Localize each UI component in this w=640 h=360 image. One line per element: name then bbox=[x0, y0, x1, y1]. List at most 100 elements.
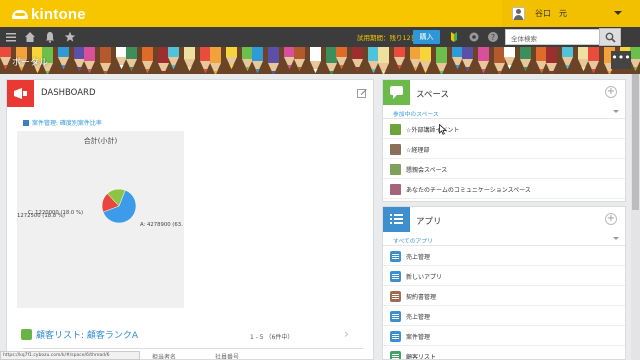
spaces-filter[interactable]: 参加中のスペース bbox=[393, 109, 439, 118]
apps-title: アプリ bbox=[416, 217, 442, 227]
pencil-body bbox=[242, 47, 253, 59]
pencil-body bbox=[352, 47, 363, 59]
pencil-body bbox=[116, 47, 127, 57]
pencil-body bbox=[336, 47, 347, 57]
customer-list-title: 顧客リスト: 顧客ランクA bbox=[36, 331, 139, 341]
kintone-logo[interactable]: kintone bbox=[12, 5, 86, 23]
buy-button[interactable]: 購入 bbox=[413, 30, 440, 44]
app-item[interactable]: 売上管理 bbox=[383, 247, 625, 266]
pencil-body bbox=[462, 47, 473, 59]
pencil-body bbox=[504, 47, 515, 57]
pencil-body bbox=[420, 47, 431, 61]
space-item[interactable]: ☆外部講師イベント bbox=[383, 120, 625, 139]
list-app-icon bbox=[21, 329, 32, 340]
pencil-body bbox=[578, 47, 589, 59]
table-column-header: 社員番号 bbox=[215, 354, 240, 360]
pencil-body bbox=[210, 47, 221, 63]
star-icon[interactable] bbox=[64, 31, 76, 43]
app-item[interactable]: 案件管理 bbox=[383, 327, 625, 346]
dashboard-icon-box bbox=[7, 80, 34, 107]
mouse-cursor-icon bbox=[439, 124, 447, 135]
home-icon[interactable] bbox=[24, 31, 36, 43]
app-icon bbox=[390, 270, 401, 282]
pencil-body bbox=[630, 47, 640, 59]
app-item-label: 案件管理 bbox=[406, 333, 431, 341]
pencil-body bbox=[588, 47, 599, 61]
top-header: kintone 谷口 元 bbox=[0, 0, 640, 27]
space-item[interactable]: ☆経理部 bbox=[383, 140, 625, 159]
spaces-title: スペース bbox=[416, 90, 449, 100]
report-link[interactable]: 案件管理: 確度別案件比率 bbox=[23, 118, 102, 127]
pencil-body bbox=[158, 47, 169, 63]
more-options-button[interactable]: ••• bbox=[611, 51, 631, 69]
pencil-body bbox=[184, 47, 195, 59]
status-url: https://kq7f1.cybozu.com/k/#/space/6/thr… bbox=[0, 351, 140, 360]
app-item[interactable]: 売上管理 bbox=[383, 307, 625, 326]
pie-chart-svg: A: 4278900 (63.1272500 (18.8 %)C: 122000… bbox=[17, 188, 183, 228]
pencil-body bbox=[520, 47, 531, 59]
customer-list-header[interactable]: 顧客リスト: 顧客ランクA bbox=[21, 328, 138, 341]
space-thumbnail bbox=[390, 143, 401, 155]
space-item[interactable]: あなたのチームのコミュニケーションスペース bbox=[383, 180, 625, 199]
pencil-body bbox=[252, 47, 263, 61]
logo-mark-icon bbox=[12, 9, 28, 19]
pie-chart: 合計(小計) A: 4278900 (63. 1272500 (18.8 %) C:… bbox=[17, 131, 184, 308]
app-icon bbox=[390, 290, 401, 302]
pencil-body bbox=[58, 47, 69, 57]
add-app-button[interactable]: + bbox=[605, 213, 617, 225]
report-icon bbox=[23, 119, 29, 126]
search-button[interactable] bbox=[599, 28, 621, 46]
pencil-body bbox=[536, 47, 547, 61]
search-icon bbox=[605, 32, 616, 43]
pie-slice-label: A: 4278900 (63. bbox=[140, 222, 183, 228]
pencil-body bbox=[226, 47, 237, 57]
avatar bbox=[512, 7, 525, 20]
table-divider bbox=[23, 348, 363, 349]
divider bbox=[383, 245, 625, 246]
chevron-down-icon bbox=[614, 11, 622, 15]
menu-icon[interactable] bbox=[5, 31, 17, 43]
pencil-body bbox=[452, 47, 463, 57]
pencil-body bbox=[368, 47, 379, 61]
space-thumbnail bbox=[390, 183, 401, 195]
app-icon bbox=[390, 330, 401, 342]
chevron-down-icon[interactable] bbox=[613, 110, 619, 113]
beginner-mark-icon[interactable] bbox=[448, 31, 460, 43]
report-link-label: 案件管理: 確度別案件比率 bbox=[32, 120, 102, 127]
pencil-body bbox=[268, 47, 279, 63]
divider bbox=[383, 118, 625, 119]
pie-slice-label: C: 1220000 (18.0 %) bbox=[28, 210, 83, 216]
settings-icon[interactable] bbox=[468, 31, 480, 43]
space-thumbnail bbox=[390, 163, 401, 175]
app-item[interactable]: 新しいアプリ bbox=[383, 267, 625, 286]
pencil-body bbox=[326, 47, 337, 63]
apps-filter[interactable]: すべてのアプリ bbox=[393, 236, 433, 245]
add-space-button[interactable]: + bbox=[605, 86, 617, 98]
spaces-panel: スペース + 参加中のスペース ☆外部講師イベント ☆経理部 懇親会スペース あ… bbox=[382, 79, 626, 202]
app-item-label: 売上管理 bbox=[406, 313, 431, 321]
spaces-icon-box bbox=[383, 80, 410, 105]
app-item[interactable]: 契約書管理 bbox=[383, 287, 625, 306]
apps-panel: アプリ + すべてのアプリ 売上管理 新しいアプリ 契約書管理 売上管理 案件管… bbox=[382, 206, 626, 360]
pencil-body bbox=[478, 47, 489, 61]
next-page-icon[interactable]: › bbox=[344, 327, 349, 341]
pencil-body bbox=[0, 47, 11, 57]
app-item[interactable]: 顧客リスト bbox=[383, 347, 625, 359]
dashboard-title: DASHBOARD bbox=[41, 88, 96, 98]
user-menu[interactable]: 谷口 元 bbox=[502, 0, 640, 27]
scrollbar-thumb[interactable] bbox=[632, 74, 639, 210]
list-icon bbox=[390, 214, 403, 224]
chevron-down-icon[interactable] bbox=[613, 237, 619, 240]
edit-icon[interactable] bbox=[357, 88, 367, 98]
app-icon bbox=[390, 310, 401, 322]
bell-icon[interactable] bbox=[44, 31, 56, 43]
space-thumbnail bbox=[390, 123, 401, 135]
app-item-label: 契約書管理 bbox=[406, 293, 437, 301]
space-item[interactable]: 懇親会スペース bbox=[383, 160, 625, 179]
space-item-label: ☆外部講師イベント bbox=[406, 126, 460, 134]
help-icon[interactable]: ? bbox=[487, 31, 499, 43]
logo-text: kintone bbox=[31, 5, 86, 23]
portal-banner: ポータル bbox=[0, 47, 640, 74]
svg-text:?: ? bbox=[491, 33, 495, 42]
page-title: ポータル bbox=[12, 58, 49, 68]
